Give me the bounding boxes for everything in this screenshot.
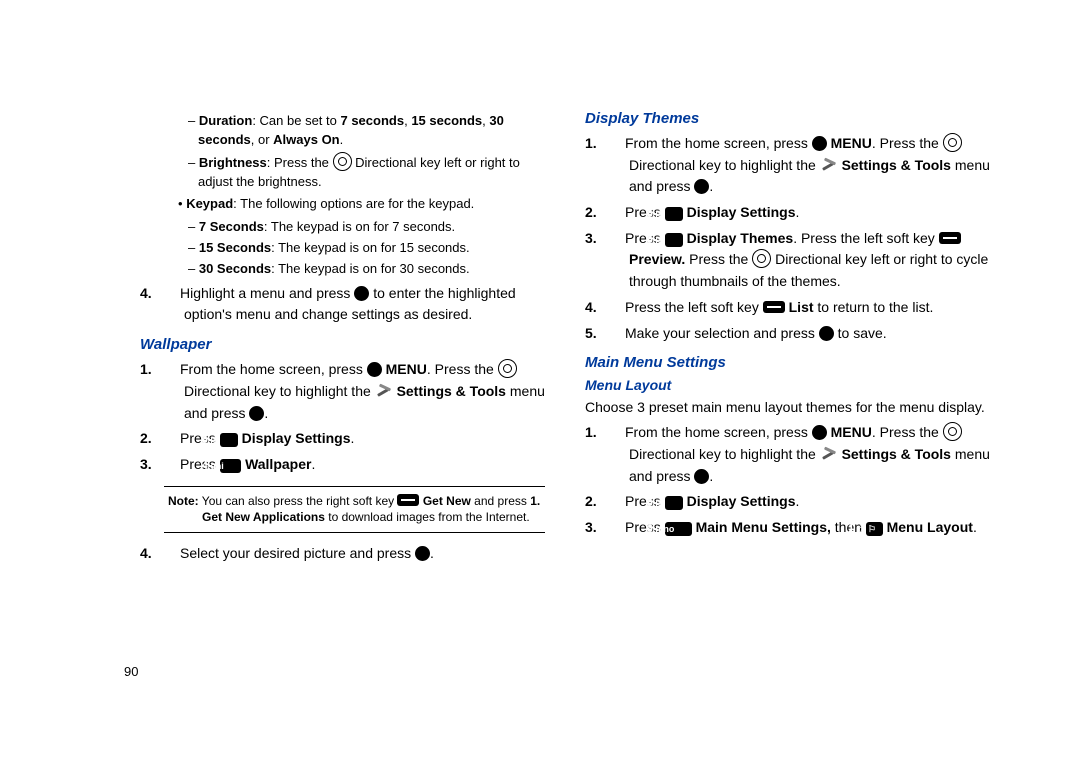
menu-layout-steps: 1.From the home screen, press MENU. Pres… (585, 422, 990, 538)
dt-step-4: 4.Press the left soft key List to return… (629, 297, 990, 319)
ml-step-3: 3.Press 6 mno Main Menu Settings, then 1… (629, 517, 990, 539)
key-5-icon: 5 jkl (665, 496, 683, 510)
key-6-icon: 6 mno (665, 522, 692, 536)
menu-layout-intro: Choose 3 preset main menu layout themes … (585, 397, 990, 418)
ok-key-icon (694, 179, 709, 194)
ok-key-icon (812, 425, 827, 440)
display-themes-steps: 1.From the home screen, press MENU. Pres… (585, 133, 990, 344)
key-1-icon: 1 @ ⚐ (866, 522, 883, 536)
ok-key-icon (812, 136, 827, 151)
ok-key-icon (415, 546, 430, 561)
ml-step-1: 1.From the home screen, press MENU. Pres… (629, 422, 990, 487)
directional-key-icon (333, 152, 352, 171)
keypad-15s: – 15 Seconds: The keypad is on for 15 se… (198, 239, 545, 258)
key-5-icon: 5 jkl (665, 233, 683, 247)
settings-tools-icon (820, 447, 838, 461)
ml-step-2: 2.Press 5 jkl Display Settings. (629, 491, 990, 513)
two-column-layout: – Duration: Can be set to 7 seconds, 15 … (140, 110, 990, 569)
soft-key-icon (397, 494, 419, 506)
ok-key-icon (367, 362, 382, 377)
keypad-30s: – 30 Seconds: The keypad is on for 30 se… (198, 260, 545, 279)
directional-key-icon (943, 422, 962, 441)
ok-key-icon (354, 286, 369, 301)
key-5-icon: 5 jkl (665, 207, 683, 221)
keypad-option: • Keypad: The following options are for … (188, 195, 545, 214)
ok-key-icon (249, 406, 264, 421)
note-box: Note: You can also press the right soft … (164, 486, 545, 534)
display-themes-heading: Display Themes (585, 110, 990, 127)
page-number: 90 (124, 664, 138, 679)
soft-key-icon (763, 301, 785, 313)
settings-tools-icon (375, 384, 393, 398)
directional-key-icon (752, 249, 771, 268)
wallpaper-step-3: 3.Press 4 ghi Wallpaper. (184, 454, 545, 476)
wallpaper-steps-cont: 4.Select your desired picture and press … (140, 543, 545, 565)
right-column: Display Themes 1.From the home screen, p… (585, 110, 990, 569)
key-5-icon: 5 jkl (220, 433, 238, 447)
key-4-icon: 4 ghi (220, 459, 241, 473)
wallpaper-step-1: 1.From the home screen, press MENU. Pres… (184, 359, 545, 424)
left-column: – Duration: Can be set to 7 seconds, 15 … (140, 110, 545, 569)
main-menu-settings-heading: Main Menu Settings (585, 354, 990, 371)
continued-steps: 4.Highlight a menu and press to enter th… (140, 283, 545, 326)
soft-key-icon (939, 232, 961, 244)
dt-step-1: 1.From the home screen, press MENU. Pres… (629, 133, 990, 198)
dt-step-2: 2.Press 5 jkl Display Settings. (629, 202, 990, 224)
keypad-7s: – 7 Seconds: The keypad is on for 7 seco… (198, 218, 545, 237)
dt-step-3: 3.Press 5 jkl Display Themes. Press the … (629, 228, 990, 293)
ok-key-icon (819, 326, 834, 341)
ok-key-icon (694, 469, 709, 484)
manual-page: – Duration: Can be set to 7 seconds, 15 … (0, 0, 1080, 771)
menu-layout-heading: Menu Layout (585, 377, 990, 393)
wallpaper-step-4: 4.Select your desired picture and press … (184, 543, 545, 565)
wallpaper-heading: Wallpaper (140, 336, 545, 353)
wallpaper-steps: 1.From the home screen, press MENU. Pres… (140, 359, 545, 475)
wallpaper-step-2: 2.Press 5 jkl Display Settings. (184, 428, 545, 450)
brightness-option: – Brightness: Press the Directional key … (198, 152, 545, 192)
step-4: 4.Highlight a menu and press to enter th… (184, 283, 545, 326)
directional-key-icon (943, 133, 962, 152)
dt-step-5: 5.Make your selection and press to save. (629, 323, 990, 345)
duration-option: – Duration: Can be set to 7 seconds, 15 … (198, 112, 545, 150)
settings-tools-icon (820, 158, 838, 172)
directional-key-icon (498, 359, 517, 378)
